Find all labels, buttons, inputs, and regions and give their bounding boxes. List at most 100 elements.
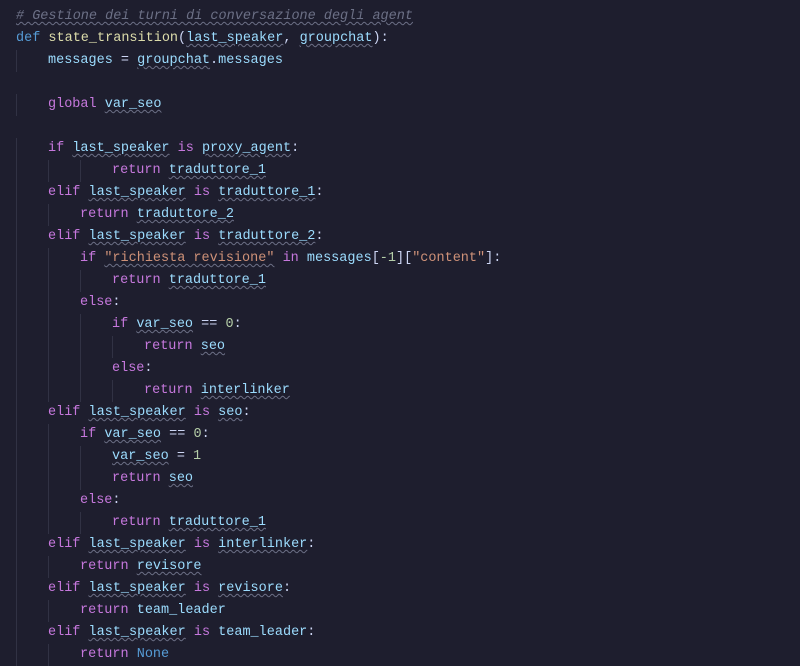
code-token: var_seo: [136, 317, 193, 332]
code-token: [186, 581, 194, 596]
code-line[interactable]: return traduttore_1: [0, 270, 800, 292]
code-line[interactable]: if "richiesta revisione" in messages[-1]…: [0, 248, 800, 270]
code-token: None: [137, 647, 169, 662]
code-token: :: [315, 229, 323, 244]
indent-guide: [48, 512, 80, 534]
code-line[interactable]: return None: [0, 644, 800, 666]
code-line[interactable]: elif last_speaker is revisore:: [0, 578, 800, 600]
code-token: var_seo: [112, 449, 169, 464]
code-line[interactable]: elif last_speaker is seo:: [0, 402, 800, 424]
code-token: if: [80, 427, 96, 442]
code-token: revisore: [137, 559, 202, 574]
code-token: messages: [307, 251, 372, 266]
indent-guide: [16, 534, 48, 556]
indent-guide: [80, 446, 112, 468]
indent-guide: [112, 336, 144, 358]
code-line[interactable]: return traduttore_1: [0, 160, 800, 182]
indent-guide: [16, 226, 48, 248]
code-content: return seo: [144, 336, 225, 358]
code-line[interactable]: return seo: [0, 468, 800, 490]
code-line[interactable]: return traduttore_2: [0, 204, 800, 226]
code-token: team_leader: [218, 625, 307, 640]
code-token: interlinker: [218, 537, 307, 552]
code-content: else:: [80, 490, 121, 512]
indent-guide: [48, 644, 80, 666]
code-line[interactable]: elif last_speaker is traduttore_2:: [0, 226, 800, 248]
code-editor[interactable]: # Gestione dei turni di conversazione de…: [0, 6, 800, 666]
code-line[interactable]: elif last_speaker is traduttore_1:: [0, 182, 800, 204]
code-line[interactable]: return seo: [0, 336, 800, 358]
code-token: last_speaker: [89, 185, 186, 200]
code-token: [274, 251, 282, 266]
indent-guide: [16, 204, 48, 226]
indent-guide: [48, 314, 80, 336]
code-line[interactable]: return revisore: [0, 556, 800, 578]
code-token: [210, 581, 218, 596]
code-token: [161, 515, 169, 530]
code-line[interactable]: [0, 116, 800, 138]
indent-guide: [48, 292, 80, 314]
code-token: ][: [396, 251, 412, 266]
code-content: return team_leader: [80, 600, 226, 622]
code-token: [129, 603, 137, 618]
code-token: elif: [48, 581, 80, 596]
code-token: if: [48, 141, 64, 156]
code-token: ==: [201, 317, 217, 332]
code-token: return: [112, 273, 161, 288]
code-token: -1: [380, 251, 396, 266]
code-token: :: [144, 361, 152, 376]
code-content: elif last_speaker is interlinker:: [48, 534, 315, 556]
indent-guide: [16, 446, 48, 468]
code-token: is: [194, 185, 210, 200]
code-line[interactable]: else:: [0, 490, 800, 512]
code-token: traduttore_2: [137, 207, 234, 222]
code-token: [210, 625, 218, 640]
code-token: seo: [218, 405, 242, 420]
code-token: :: [315, 185, 323, 200]
code-content: elif last_speaker is seo:: [48, 402, 251, 424]
code-line[interactable]: def state_transition(last_speaker, group…: [0, 28, 800, 50]
code-line[interactable]: elif last_speaker is interlinker:: [0, 534, 800, 556]
code-token: proxy_agent: [202, 141, 291, 156]
code-token: [97, 97, 105, 112]
code-token: :: [283, 581, 291, 596]
code-content: var_seo = 1: [112, 446, 201, 468]
code-token: messages: [218, 53, 283, 68]
indent-guide: [16, 50, 48, 72]
code-token: state_transition: [48, 31, 178, 46]
code-content: if last_speaker is proxy_agent:: [48, 138, 299, 160]
code-line[interactable]: if var_seo == 0:: [0, 314, 800, 336]
code-token: return: [80, 207, 129, 222]
indent-guide: [112, 380, 144, 402]
code-line[interactable]: # Gestione dei turni di conversazione de…: [0, 6, 800, 28]
code-line[interactable]: else:: [0, 292, 800, 314]
code-line[interactable]: return team_leader: [0, 600, 800, 622]
code-line[interactable]: elif last_speaker is team_leader:: [0, 622, 800, 644]
code-content: return interlinker: [144, 380, 290, 402]
code-token: traduttore_2: [218, 229, 315, 244]
indent-guide: [16, 512, 48, 534]
code-content: [16, 116, 24, 138]
code-token: [80, 625, 88, 640]
code-line[interactable]: if last_speaker is proxy_agent:: [0, 138, 800, 160]
code-token: # Gestione dei turni di conversazione de…: [16, 9, 413, 24]
indent-guide: [16, 248, 48, 270]
code-content: elif last_speaker is traduttore_1:: [48, 182, 323, 204]
code-content: if var_seo == 0:: [80, 424, 210, 446]
indent-guide: [16, 600, 48, 622]
code-line[interactable]: else:: [0, 358, 800, 380]
indent-guide: [48, 336, 80, 358]
code-token: return: [144, 383, 193, 398]
code-line[interactable]: var_seo = 1: [0, 446, 800, 468]
code-token: elif: [48, 185, 80, 200]
code-token: :: [307, 537, 315, 552]
code-line[interactable]: return interlinker: [0, 380, 800, 402]
code-line[interactable]: global var_seo: [0, 94, 800, 116]
code-line[interactable]: messages = groupchat.messages: [0, 50, 800, 72]
indent-guide: [16, 402, 48, 424]
code-line[interactable]: if var_seo == 0:: [0, 424, 800, 446]
code-line[interactable]: return traduttore_1: [0, 512, 800, 534]
code-token: is: [194, 405, 210, 420]
code-content: if var_seo == 0:: [112, 314, 242, 336]
code-line[interactable]: [0, 72, 800, 94]
